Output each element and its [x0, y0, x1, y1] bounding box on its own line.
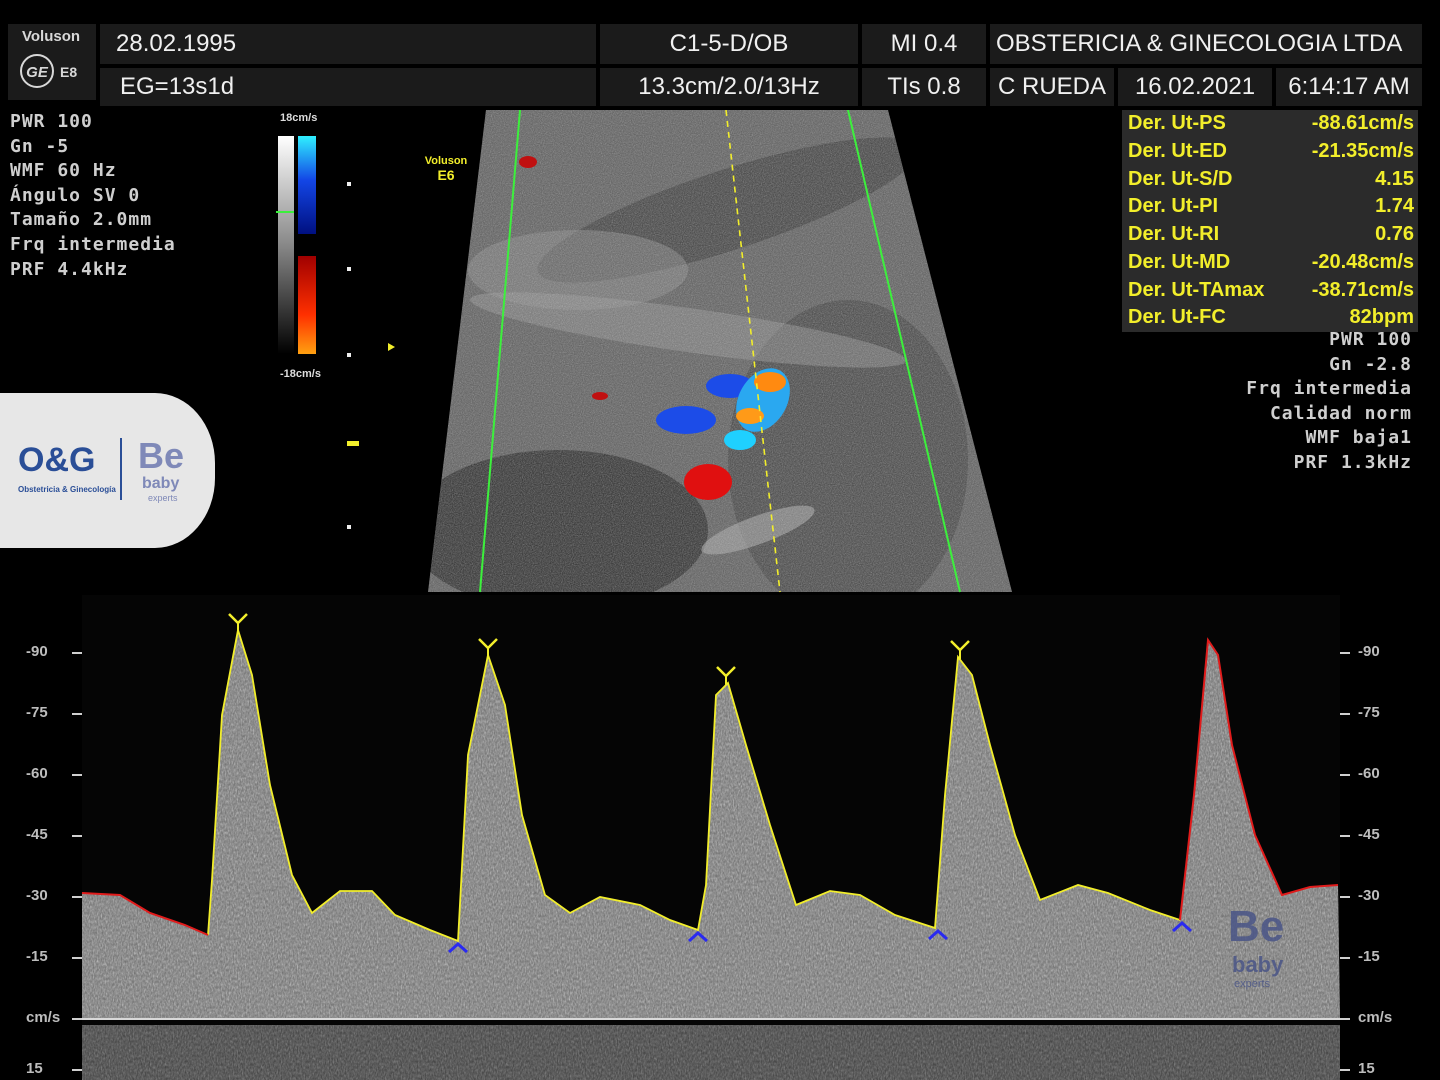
be-logo-baby: baby — [142, 475, 180, 492]
param-line: WMF 60 Hz — [10, 160, 117, 182]
voluson-brand: Voluson GE E8 — [8, 24, 96, 100]
velocity-tick-label: -15 — [26, 948, 48, 965]
og-logo-subtitle: Obstetricia & Ginecología — [18, 485, 116, 494]
param-line: Tamaño 2.0mm — [10, 209, 153, 231]
gestational-age: EG=13s1d — [100, 68, 596, 106]
measurement-results-panel: Der. Ut-PS -88.61cm/s Der. Ut-ED -21.35cm/… — [1122, 110, 1418, 332]
velocity-tick-label: -75 — [26, 704, 48, 721]
measurement-row: Der. Ut-S/D 4.15 — [1128, 167, 1414, 190]
velocity-tick-label: -45 — [1358, 826, 1380, 843]
param-line: Calidad norm — [1269, 402, 1412, 424]
param-line: Frq intermedia — [10, 233, 176, 255]
probe-label: C1-5-D/OB — [600, 24, 858, 64]
model-name: E8 — [60, 64, 78, 80]
bmode-image[interactable] — [428, 110, 1018, 594]
operator-name: C RUEDA — [990, 68, 1114, 106]
depth-info: 13.3cm/2.0/13Hz — [600, 68, 858, 106]
mi-value: MI 0.4 — [862, 24, 986, 64]
tis-value: TIs 0.8 — [862, 68, 986, 106]
velocity-tick-label: -45 — [26, 826, 48, 843]
measurement-row: Der. Ut-TAmax -38.71cm/s — [1128, 278, 1414, 301]
be-logo-experts: experts — [148, 493, 178, 503]
param-line: Ángulo SV 0 — [10, 184, 141, 206]
patient-dob: 28.02.1995 — [100, 24, 596, 64]
measurement-row: Der. Ut-ED -21.35cm/s — [1128, 140, 1414, 163]
velocity-tick-label: -30 — [26, 887, 48, 904]
param-line: WMF baja1 — [1305, 427, 1412, 449]
clinic-logo: O&G Obstetricia & Ginecología Be baby ex… — [0, 393, 215, 548]
param-line: PWR 100 — [1329, 329, 1412, 350]
param-line: Gn -2.8 — [1329, 353, 1412, 375]
param-line: PRF 1.3kHz — [1293, 451, 1412, 473]
param-line: Frq intermedia — [1246, 378, 1412, 400]
brand-name: Voluson — [22, 28, 81, 45]
exam-time: 6:14:17 AM — [1276, 68, 1422, 106]
velocity-tick-label: -60 — [1358, 765, 1380, 782]
velocity-tick-label: -75 — [1358, 704, 1380, 721]
depth-markers — [347, 182, 395, 529]
velocity-tick-label: cm/s — [1358, 1009, 1393, 1026]
color-scale-bottom: -18cm/s — [280, 368, 321, 380]
institution-name: OBSTERICIA & GINECOLOGIA LTDA — [990, 24, 1422, 64]
color-scale-bar — [276, 136, 316, 354]
velocity-tick-label: -30 — [1358, 887, 1380, 904]
velocity-tick-label: 15 — [1358, 1060, 1375, 1077]
color-scale-top: 18cm/s — [280, 112, 318, 124]
velocity-tick-label: -90 — [1358, 643, 1380, 660]
color-doppler-params: PWR 100 Gn -5 WMF 60 Hz Ángulo SV 0 Tama… — [10, 110, 176, 282]
velocity-tick-label: -60 — [26, 765, 48, 782]
param-line: PWR 100 — [10, 111, 93, 132]
measurement-row: Der. Ut-MD -20.48cm/s — [1128, 250, 1414, 273]
param-line: PRF 4.4kHz — [10, 258, 129, 280]
measurement-row: Der. Ut-RI 0.76 — [1128, 223, 1414, 246]
og-logo-text: O&G — [18, 441, 96, 479]
velocity-tick-label: cm/s — [26, 1009, 61, 1026]
exam-date: 16.02.2021 — [1118, 68, 1272, 106]
logo-separator — [120, 438, 122, 500]
measurement-row: Der. Ut-PI 1.74 — [1128, 195, 1414, 218]
pw-doppler-params: PWR 100 Gn -2.8 Frq intermedia Calidad n… — [1246, 328, 1412, 476]
measurement-row: Der. Ut-PS -88.61cm/s — [1128, 112, 1414, 135]
velocity-tick-label: 15 — [26, 1060, 43, 1077]
param-line: Gn -5 — [10, 135, 70, 157]
ge-logo-icon: GE — [20, 54, 54, 88]
be-logo-text: Be — [138, 435, 185, 476]
velocity-tick-label: -90 — [26, 643, 48, 660]
doppler-spectrum[interactable] — [0, 595, 1440, 1080]
velocity-tick-label: -15 — [1358, 948, 1380, 965]
